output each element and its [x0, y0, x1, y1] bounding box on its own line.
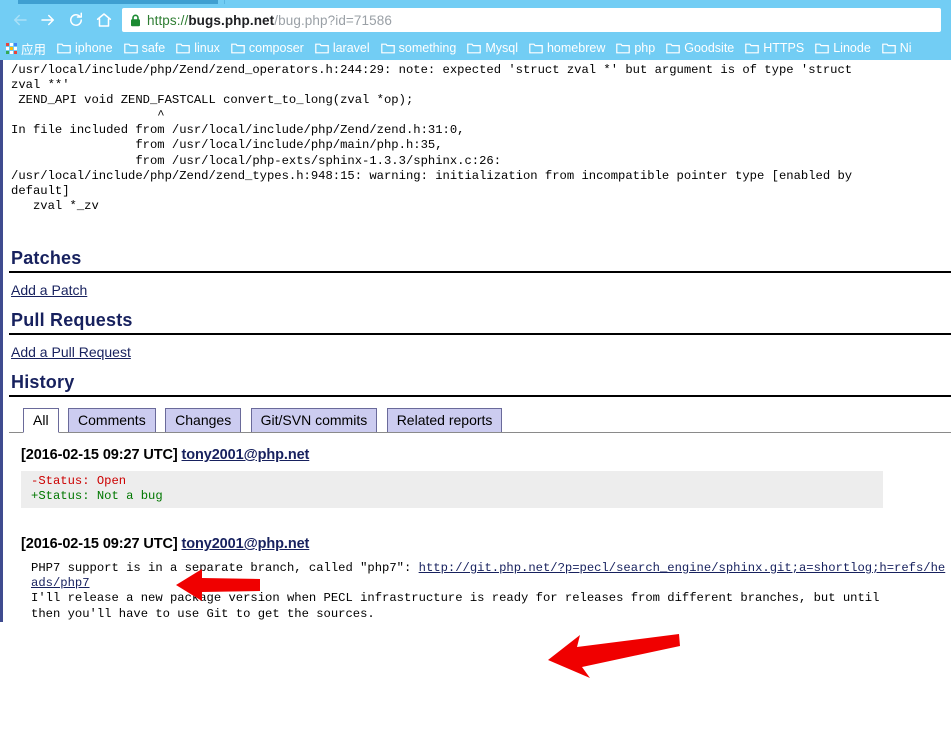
bookmark-label: linux: [194, 41, 220, 55]
tab-related-reports[interactable]: Related reports: [386, 407, 503, 432]
folder-icon: [666, 42, 681, 54]
bookmark-label: something: [398, 41, 457, 55]
annotation-arrow-php7-link: [548, 634, 680, 678]
arrow-left-icon: [11, 11, 29, 29]
status-change-diff: -Status: Open +Status: Not a bug: [21, 470, 883, 508]
browser-chrome: https://bugs.php.net/bug.php?id=71586 应用…: [0, 0, 951, 60]
bookmark-ni[interactable]: Ni: [881, 41, 912, 55]
bookmark-label: laravel: [332, 41, 370, 55]
bookmark-linux[interactable]: linux: [176, 41, 220, 55]
tab-git-svn-commits[interactable]: Git/SVN commits: [250, 407, 378, 432]
bookmark-label: Mysql: [485, 41, 518, 55]
address-bar[interactable]: https://bugs.php.net/bug.php?id=71586: [122, 8, 941, 32]
folder-icon: [616, 42, 631, 54]
folder-icon: [380, 42, 395, 54]
bookmark-label: Ni: [899, 41, 912, 55]
bookmark-label: Linode: [833, 41, 871, 55]
pull-requests-section: Pull Requests Add a Pull Request: [9, 310, 951, 372]
folder-icon: [315, 42, 329, 54]
history-entry-header: [2016-02-15 09:27 UTC] tony2001@php.net: [21, 536, 951, 552]
bug-page-content: /usr/local/include/php/Zend/zend_operato…: [0, 60, 951, 622]
folder-icon: [57, 42, 71, 54]
patches-section: Patches Add a Patch: [9, 248, 951, 310]
bookmark-label: composer: [248, 41, 304, 55]
history-entry-change: [2016-02-15 09:27 UTC] tony2001@php.net …: [9, 433, 951, 508]
tab-divider: [224, 0, 225, 4]
folder-icon: [815, 42, 830, 54]
bookmark-homebrew[interactable]: homebrew: [529, 41, 605, 55]
tab-strip: [0, 0, 951, 4]
history-timestamp: [2016-02-15 09:27 UTC]: [21, 446, 178, 463]
history-entry-comment: [2016-02-15 09:27 UTC] tony2001@php.net …: [9, 508, 951, 622]
active-tab-edge[interactable]: [18, 0, 218, 4]
page-viewport: /usr/local/include/php/Zend/zend_operato…: [0, 60, 951, 729]
arrow-right-icon: [39, 11, 57, 29]
history-tabs: All Comments Changes Git/SVN commits Rel…: [9, 407, 951, 433]
home-icon: [95, 11, 113, 29]
folder-icon: [745, 42, 760, 54]
diff-added-line: +Status: Not a bug: [31, 488, 163, 503]
bookmark-label: iphone: [75, 41, 113, 55]
history-section: History All Comments Changes Git/SVN com…: [9, 372, 951, 622]
browser-toolbar: https://bugs.php.net/bug.php?id=71586: [0, 4, 951, 36]
bookmark-apps[interactable]: 应用: [6, 39, 46, 58]
bookmark-https[interactable]: HTTPS: [745, 41, 804, 55]
add-pull-request-row: Add a Pull Request: [9, 335, 951, 372]
folder-icon: [123, 42, 138, 54]
home-button[interactable]: [90, 6, 118, 34]
comment-text: PHP7 support is in a separate branch, ca…: [21, 552, 951, 622]
history-heading: History: [9, 372, 951, 397]
history-author-link[interactable]: tony2001@php.net: [182, 447, 310, 463]
tab-comments[interactable]: Comments: [68, 407, 156, 432]
bookmark-something[interactable]: something: [380, 41, 457, 55]
apps-grid-icon: [6, 42, 17, 54]
bookmarks-bar: 应用 iphone safe linux composer laravel so…: [0, 36, 951, 60]
url-text: https://bugs.php.net/bug.php?id=71586: [147, 13, 392, 28]
reload-button[interactable]: [62, 6, 90, 34]
diff-removed-line: -Status: Open: [31, 473, 127, 488]
compiler-output: /usr/local/include/php/Zend/zend_operato…: [11, 63, 853, 213]
pull-requests-heading: Pull Requests: [9, 310, 951, 335]
bookmark-mysql[interactable]: Mysql: [467, 41, 518, 55]
bookmark-laravel[interactable]: laravel: [315, 41, 370, 55]
bookmark-label: homebrew: [546, 41, 606, 55]
bookmark-php[interactable]: php: [616, 41, 655, 55]
add-patch-row: Add a Patch: [9, 273, 951, 310]
folder-icon: [467, 42, 482, 54]
folder-icon: [176, 42, 191, 54]
history-timestamp: [2016-02-15 09:27 UTC]: [21, 535, 178, 552]
comment-text-after-link: I'll release a new package version when …: [31, 591, 880, 621]
tab-changes[interactable]: Changes: [165, 407, 242, 432]
patches-heading: Patches: [9, 248, 951, 273]
bookmark-label: safe: [141, 41, 166, 55]
lock-icon: [130, 14, 141, 27]
bookmark-label: 应用: [21, 42, 47, 57]
bookmark-iphone[interactable]: iphone: [57, 41, 113, 55]
folder-icon: [881, 42, 896, 54]
bookmark-safe[interactable]: safe: [123, 41, 166, 55]
tab-all[interactable]: All: [23, 407, 59, 433]
back-button[interactable]: [6, 6, 34, 34]
forward-button[interactable]: [34, 6, 62, 34]
bookmark-label: HTTPS: [763, 41, 805, 55]
url-scheme: https://: [147, 12, 189, 28]
folder-icon: [529, 42, 543, 54]
folder-icon: [231, 42, 245, 54]
bookmark-goodsite[interactable]: Goodsite: [666, 41, 734, 55]
bookmark-label: Goodsite: [684, 41, 735, 55]
bookmark-linode[interactable]: Linode: [815, 41, 871, 55]
bookmark-label: php: [634, 41, 656, 55]
url-path: /bug.php?id=71586: [274, 12, 392, 28]
add-a-patch-link[interactable]: Add a Patch: [11, 282, 87, 298]
history-entry-header: [2016-02-15 09:27 UTC] tony2001@php.net: [21, 447, 951, 463]
reload-icon: [67, 11, 85, 29]
add-a-pull-request-link[interactable]: Add a Pull Request: [11, 344, 131, 360]
bookmark-composer[interactable]: composer: [231, 41, 304, 55]
url-host: bugs.php.net: [188, 12, 275, 28]
comment-text-before-link: PHP7 support is in a separate branch, ca…: [31, 560, 419, 575]
history-author-link[interactable]: tony2001@php.net: [182, 536, 310, 552]
